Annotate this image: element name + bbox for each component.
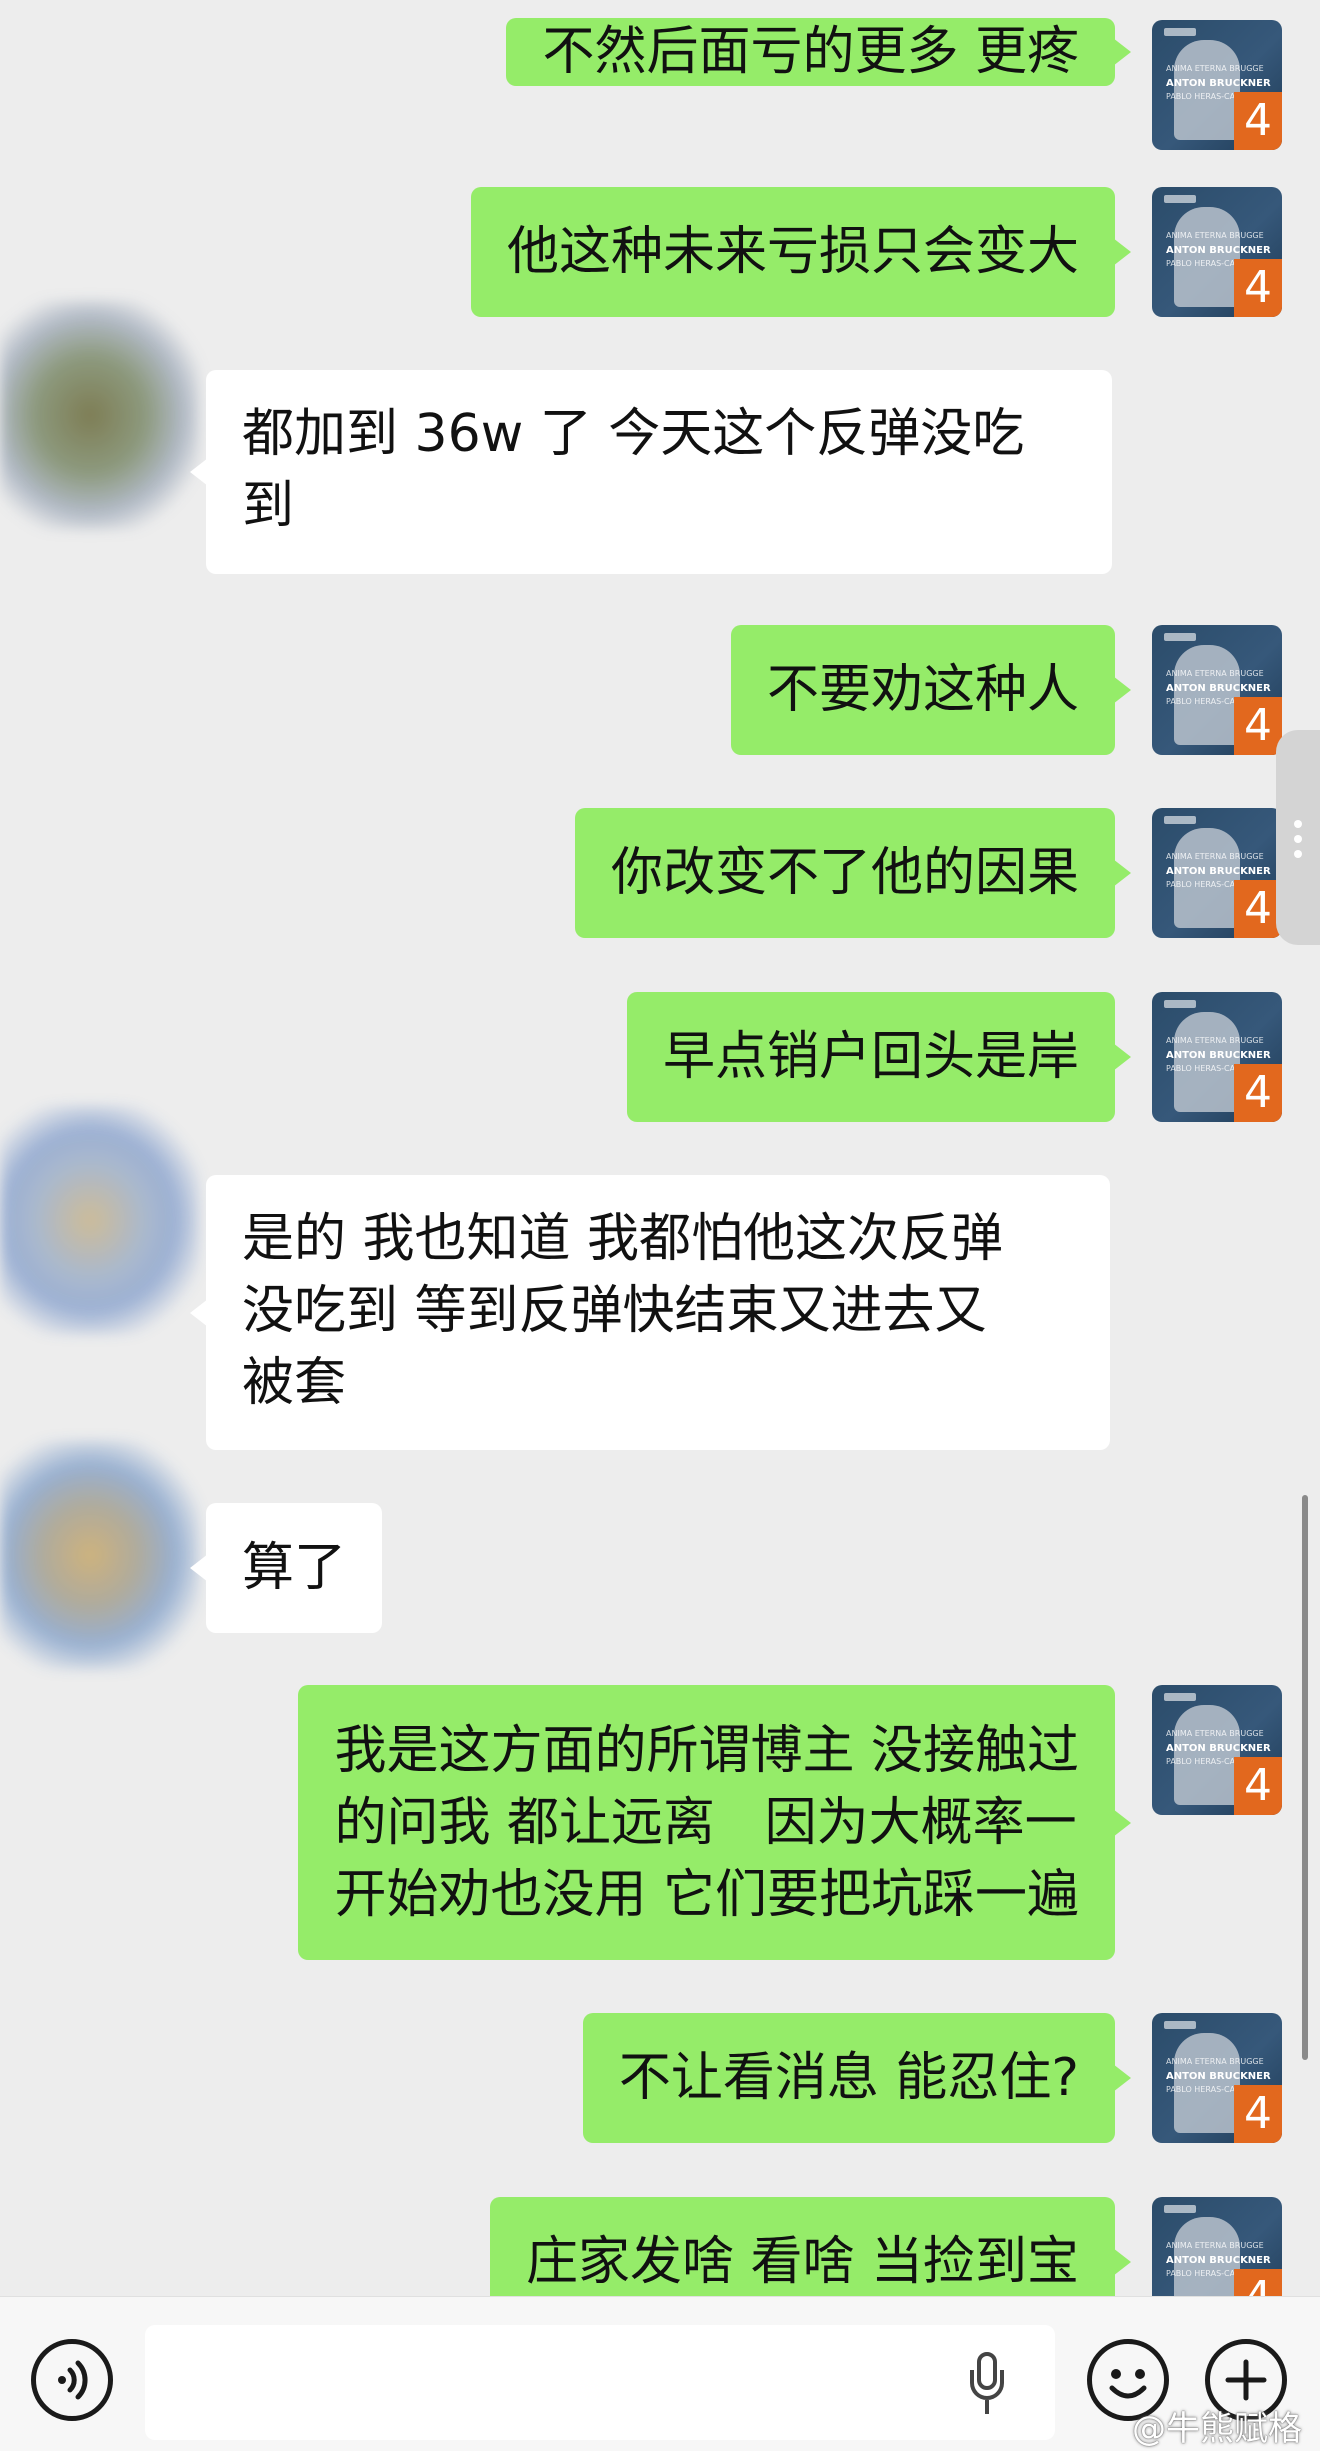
message-text-line: 开始劝也没用 它们要把坑踩一遍 xyxy=(334,1865,1079,1925)
label-logo-icon xyxy=(1164,1693,1196,1701)
message-text: 不然后面亏的更多 更疼 xyxy=(542,22,1079,82)
my-avatar[interactable]: ANIMA ETERNA BRUGGE ANTON BRUCKNER PABLO… xyxy=(1152,187,1282,317)
avatar-text-orchestra: ANIMA ETERNA BRUGGE xyxy=(1166,231,1264,240)
message-text: 庄家发啥 看啥 当捡到宝 xyxy=(525,2232,1079,2292)
label-logo-icon xyxy=(1164,195,1196,203)
label-logo-icon xyxy=(1164,2021,1196,2029)
my-avatar[interactable]: ANIMA ETERNA BRUGGE ANTON BRUCKNER PABLO… xyxy=(1152,2013,1282,2143)
avatar-text-composer: ANTON BRUCKNER xyxy=(1166,2255,1271,2266)
label-logo-icon xyxy=(1164,816,1196,824)
my-avatar[interactable]: ANIMA ETERNA BRUGGE ANTON BRUCKNER PABLO… xyxy=(1152,1685,1282,1815)
avatar-number: 4 xyxy=(1234,92,1282,150)
avatar-number: 4 xyxy=(1234,1757,1282,1815)
avatar-text-orchestra: ANIMA ETERNA BRUGGE xyxy=(1166,2241,1264,2250)
voice-mode-icon xyxy=(58,2360,88,2400)
message-input[interactable] xyxy=(145,2325,1055,2440)
conductor-figure-icon xyxy=(1174,828,1240,928)
microphone-icon[interactable] xyxy=(970,2352,1004,2418)
message-text-line: 都加到 36w 了 今天这个反弹没吃 xyxy=(242,404,1025,464)
conductor-figure-icon xyxy=(1174,1705,1240,1805)
avatar-text-orchestra: ANIMA ETERNA BRUGGE xyxy=(1166,852,1264,861)
message-text-line: 到 xyxy=(242,476,295,536)
avatar-text-composer: ANTON BRUCKNER xyxy=(1166,1050,1271,1061)
my-avatar[interactable]: ANIMA ETERNA BRUGGE ANTON BRUCKNER PABLO… xyxy=(1152,625,1282,755)
avatar-number: 4 xyxy=(1234,2269,1282,2296)
more-dots-icon xyxy=(1294,820,1302,828)
message-bubble-sent[interactable]: 不然后面亏的更多 更疼 xyxy=(506,18,1131,86)
my-avatar[interactable]: ANIMA ETERNA BRUGGE ANTON BRUCKNER PABLO… xyxy=(1152,992,1282,1122)
message-bubble-received[interactable]: 算了 xyxy=(189,1503,383,1633)
more-dots-icon xyxy=(1294,850,1302,858)
message-text: 不让看消息 能忍住? xyxy=(618,2048,1079,2108)
contact-avatar-blurred[interactable] xyxy=(0,300,200,530)
message-text: 算了 xyxy=(242,1538,347,1598)
label-logo-icon xyxy=(1164,2205,1196,2213)
conductor-figure-icon xyxy=(1174,40,1240,140)
avatar-text-orchestra: ANIMA ETERNA BRUGGE xyxy=(1166,669,1264,678)
contact-avatar-blurred[interactable] xyxy=(0,1440,200,1670)
more-dots-icon xyxy=(1294,835,1302,843)
side-drawer-handle[interactable] xyxy=(1276,730,1320,945)
message-text-line: 被套 xyxy=(242,1353,347,1413)
label-logo-icon xyxy=(1164,1000,1196,1008)
watermark: @牛熊赋格 xyxy=(1132,2409,1302,2449)
avatar-text-composer: ANTON BRUCKNER xyxy=(1166,2071,1271,2082)
message-text: 不要劝这种人 xyxy=(766,660,1079,720)
avatar-text-composer: ANTON BRUCKNER xyxy=(1166,683,1271,694)
message-text: 他这种未来亏损只会变大 xyxy=(506,222,1079,282)
avatar-text-orchestra: ANIMA ETERNA BRUGGE xyxy=(1166,64,1264,73)
chat-area[interactable]: 不然后面亏的更多 更疼 ANIMA ETERNA BRUGGE ANTON BR… xyxy=(0,0,1320,2296)
message-text: 你改变不了他的因果 xyxy=(610,843,1079,903)
my-avatar[interactable]: ANIMA ETERNA BRUGGE ANTON BRUCKNER PABLO… xyxy=(1152,2197,1282,2296)
avatar-text-composer: ANTON BRUCKNER xyxy=(1166,245,1271,256)
message-text-line: 我是这方面的所谓博主 没接触过 xyxy=(334,1721,1079,1781)
avatar-text-composer: ANTON BRUCKNER xyxy=(1166,78,1271,89)
scrollbar[interactable] xyxy=(1302,1495,1308,2060)
message-bubble-received[interactable]: 都加到 36w 了 今天这个反弹没吃 到 xyxy=(190,370,1112,574)
message-bubble-sent[interactable]: 不让看消息 能忍住? xyxy=(582,2013,1132,2143)
contact-avatar-blurred[interactable] xyxy=(0,1105,200,1335)
label-logo-icon xyxy=(1164,28,1196,36)
conductor-figure-icon xyxy=(1174,207,1240,307)
message-bubble-sent[interactable]: 早点销户回头是岸 xyxy=(626,992,1132,1122)
message-bubble-sent[interactable]: 你改变不了他的因果 xyxy=(574,808,1132,938)
message-text-line: 没吃到 等到反弹快结束又进去又 xyxy=(242,1281,987,1341)
message-bubble-sent[interactable]: 庄家发啥 看啥 当捡到宝 xyxy=(489,2197,1132,2296)
message-bubble-sent[interactable]: 他这种未来亏损只会变大 xyxy=(470,187,1132,317)
conductor-figure-icon xyxy=(1174,1012,1240,1112)
message-text-line: 的问我 都让远离 因为大概率一 xyxy=(334,1793,1077,1853)
avatar-number: 4 xyxy=(1234,880,1282,938)
message-text: 早点销户回头是岸 xyxy=(662,1027,1079,1087)
message-bubble-received[interactable]: 是的 我也知道 我都怕他这次反弹 没吃到 等到反弹快结束又进去又 被套 xyxy=(190,1175,1110,1450)
my-avatar[interactable]: ANIMA ETERNA BRUGGE ANTON BRUCKNER PABLO… xyxy=(1152,20,1282,150)
my-avatar[interactable]: ANIMA ETERNA BRUGGE ANTON BRUCKNER PABLO… xyxy=(1152,808,1282,938)
voice-mode-button[interactable] xyxy=(31,2339,113,2421)
avatar-number: 4 xyxy=(1234,1064,1282,1122)
label-logo-icon xyxy=(1164,633,1196,641)
avatar-number: 4 xyxy=(1234,259,1282,317)
avatar-text-composer: ANTON BRUCKNER xyxy=(1166,866,1271,877)
message-bubble-sent[interactable]: 我是这方面的所谓博主 没接触过 的问我 都让远离 因为大概率一 开始劝也没用 它… xyxy=(298,1685,1131,1960)
message-bubble-sent[interactable]: 不要劝这种人 xyxy=(730,625,1132,755)
avatar-number: 4 xyxy=(1234,697,1282,755)
avatar-number: 4 xyxy=(1234,2085,1282,2143)
conductor-figure-icon xyxy=(1174,2033,1240,2133)
avatar-text-orchestra: ANIMA ETERNA BRUGGE xyxy=(1166,2057,1264,2066)
conductor-figure-icon xyxy=(1174,645,1240,745)
avatar-text-orchestra: ANIMA ETERNA BRUGGE xyxy=(1166,1036,1264,1045)
message-text-line: 是的 我也知道 我都怕他这次反弹 xyxy=(242,1209,1004,1269)
message-input-bar: @牛熊赋格 xyxy=(0,2296,1320,2451)
avatar-text-composer: ANTON BRUCKNER xyxy=(1166,1743,1271,1754)
avatar-text-orchestra: ANIMA ETERNA BRUGGE xyxy=(1166,1729,1264,1738)
